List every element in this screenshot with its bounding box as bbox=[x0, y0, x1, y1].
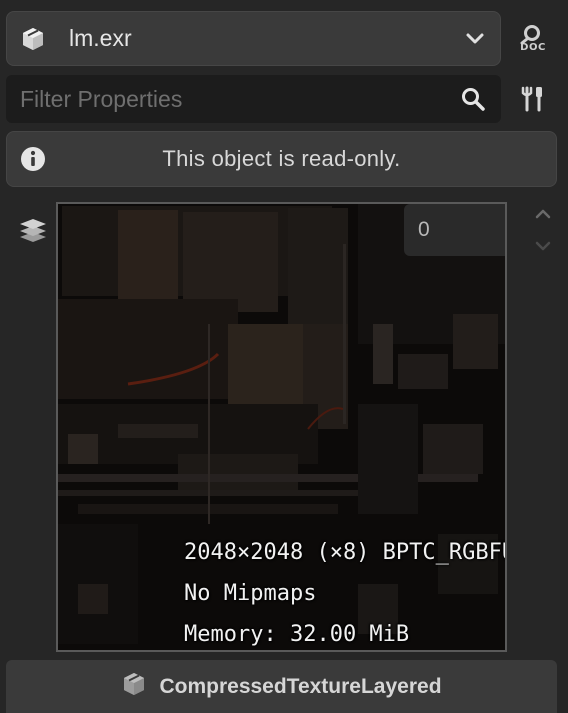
filter-properties-field[interactable] bbox=[6, 75, 501, 123]
filter-input[interactable] bbox=[6, 84, 445, 114]
layers-icon bbox=[16, 214, 50, 246]
texture-memory: Memory: 32.00 MiB bbox=[184, 622, 410, 647]
cube-icon bbox=[121, 671, 147, 702]
resource-name: lm.exr bbox=[69, 25, 132, 51]
texture-dimensions-format: 2048×2048 (×8) BPTC_RGBFU bbox=[184, 540, 507, 565]
texture-info: 2048×2048 (×8) BPTC_RGBFU No Mipmaps Mem… bbox=[184, 532, 507, 650]
search-doc-icon bbox=[520, 24, 540, 44]
wrench-screwdriver-icon bbox=[521, 86, 542, 112]
layer-index-value: 0 bbox=[418, 218, 430, 241]
tools-button[interactable] bbox=[509, 75, 557, 123]
layer-spinner[interactable] bbox=[531, 208, 555, 252]
read-only-notice: This object is read-only. bbox=[6, 131, 557, 187]
cube-icon bbox=[7, 12, 59, 65]
chevron-down-icon[interactable] bbox=[450, 12, 500, 65]
read-only-message: This object is read-only. bbox=[162, 146, 401, 171]
chevron-down-icon[interactable] bbox=[534, 240, 552, 252]
doc-label: DOC bbox=[520, 41, 546, 53]
layer-index-field[interactable]: 0 bbox=[404, 204, 505, 256]
search-icon bbox=[445, 75, 501, 123]
info-icon bbox=[7, 132, 59, 186]
resource-class-bar[interactable]: CompressedTextureLayered bbox=[6, 660, 557, 713]
resource-picker[interactable]: lm.exr bbox=[6, 11, 501, 66]
resource-class-name: CompressedTextureLayered bbox=[159, 674, 442, 698]
texture-preview: 0 2048×2048 (×8) BPTC_RGBFU No Mipmaps M… bbox=[56, 202, 507, 652]
chevron-up-icon[interactable] bbox=[534, 208, 552, 220]
texture-mipmaps: No Mipmaps bbox=[184, 581, 317, 606]
open-documentation-button[interactable]: DOC bbox=[509, 14, 557, 62]
